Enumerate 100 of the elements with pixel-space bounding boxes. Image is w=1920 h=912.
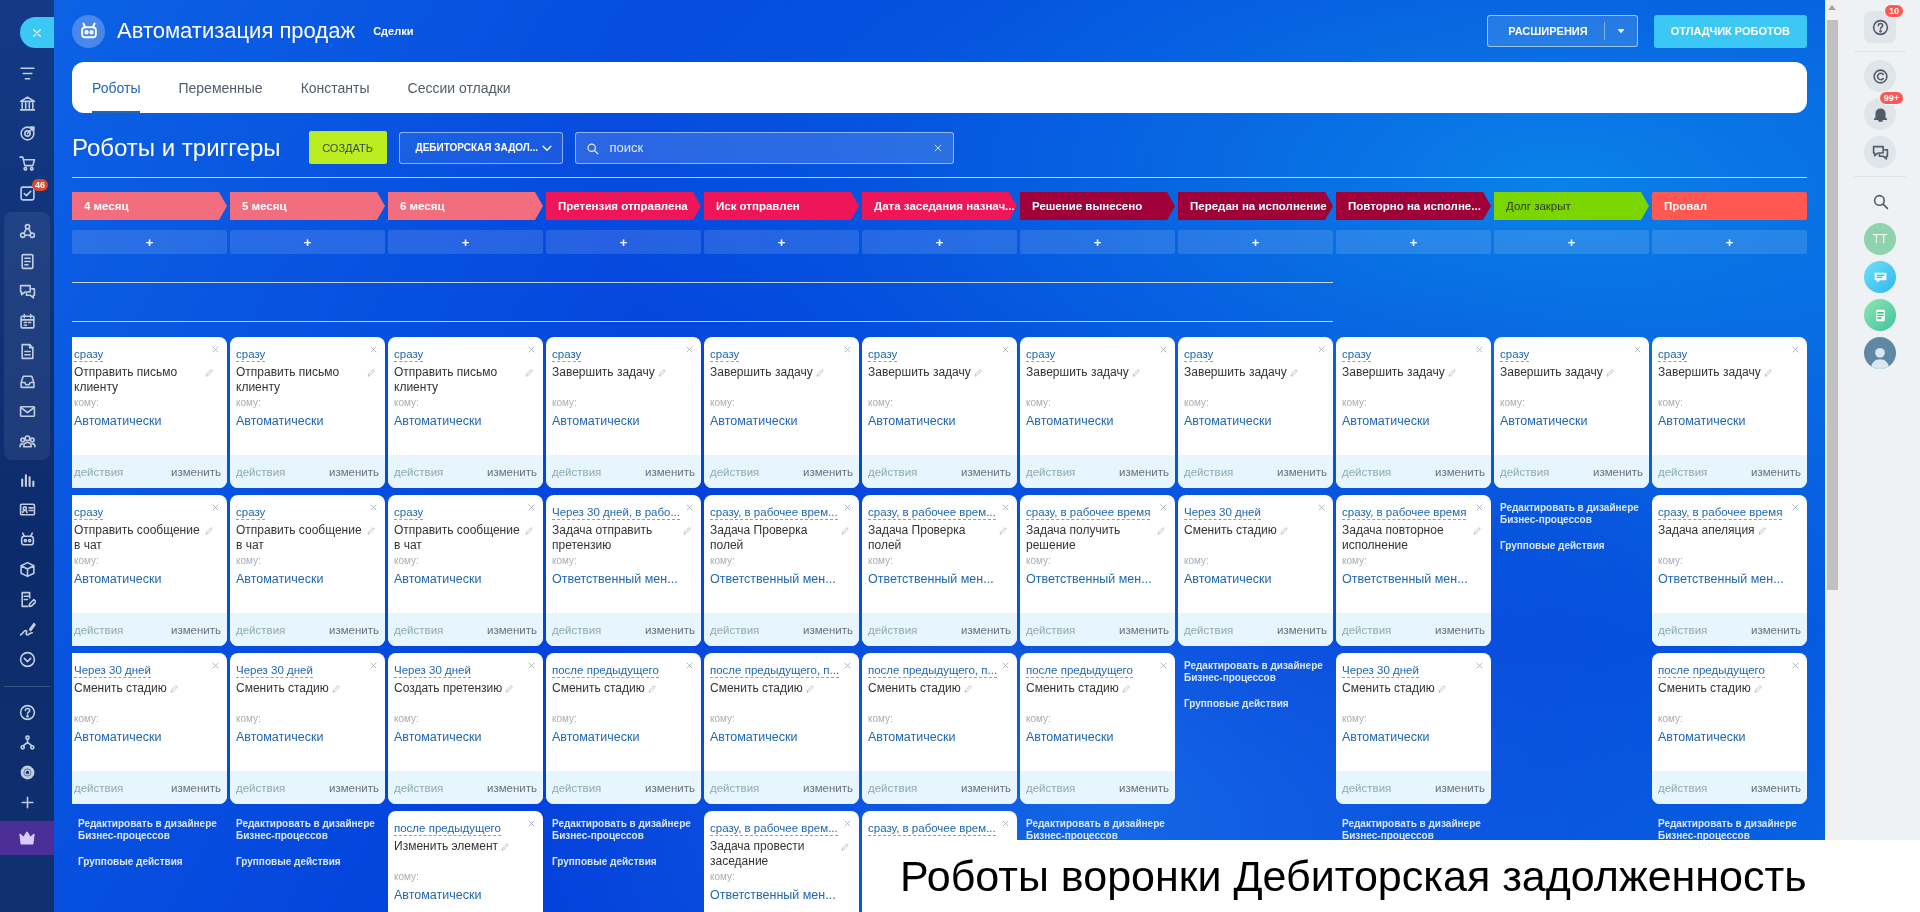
recipient-link[interactable]: Автоматически xyxy=(710,414,798,428)
pencil-icon[interactable] xyxy=(1763,368,1773,377)
recipient-link[interactable]: Ответственный мен... xyxy=(552,572,678,586)
close-icon[interactable] xyxy=(1791,503,1800,512)
recipient-link[interactable]: Ответственный мен... xyxy=(868,572,994,586)
close-icon[interactable] xyxy=(527,819,536,828)
pencil-icon[interactable] xyxy=(1753,684,1763,693)
recipient-link[interactable]: Ответственный мен... xyxy=(1342,572,1468,586)
recipient-link[interactable]: Автоматически xyxy=(1342,414,1430,428)
designer-link[interactable]: Редактировать в дизайнере Бизнес-процессов xyxy=(552,818,695,842)
pencil-icon[interactable] xyxy=(525,526,534,535)
recipient-link[interactable]: Автоматически xyxy=(394,572,482,586)
box-icon[interactable] xyxy=(18,560,36,578)
people-icon[interactable] xyxy=(18,432,36,450)
designer-link[interactable]: Редактировать в дизайнере Бизнес-процессов xyxy=(1658,818,1801,842)
trigger-link[interactable]: сразу xyxy=(394,347,424,362)
recipient-link[interactable]: Ответственный мен... xyxy=(1658,572,1784,586)
recipient-link[interactable]: Автоматически xyxy=(552,730,640,744)
trigger-link[interactable]: сразу, в рабочее врем... xyxy=(868,821,996,836)
messenger-button[interactable] xyxy=(1864,261,1896,293)
designer-link[interactable]: Групповые действия xyxy=(1500,540,1643,552)
edit-link[interactable]: изменить xyxy=(1276,465,1327,478)
edit-link[interactable]: изменить xyxy=(1592,465,1643,478)
designer-link[interactable]: Редактировать в дизайнере Бизнес-процессов xyxy=(78,818,221,842)
close-icon[interactable] xyxy=(1317,345,1326,354)
trigger-link[interactable]: сразу xyxy=(1658,347,1688,362)
recipient-link[interactable]: Автоматически xyxy=(1026,730,1114,744)
trigger-link[interactable]: сразу xyxy=(1342,347,1372,362)
edit-link[interactable]: изменить xyxy=(802,623,853,636)
designer-link[interactable]: Групповые действия xyxy=(78,856,221,868)
edit-link[interactable]: изменить xyxy=(486,623,537,636)
clear-icon[interactable] xyxy=(932,142,943,153)
close-icon[interactable] xyxy=(527,503,536,512)
pencil-icon[interactable] xyxy=(501,842,511,851)
tab[interactable]: Константы xyxy=(300,62,370,113)
add-robot-button[interactable]: + xyxy=(388,230,543,254)
add-robot-button[interactable]: + xyxy=(1178,230,1333,254)
close-icon[interactable] xyxy=(369,345,378,354)
recipient-link[interactable]: Автоматически xyxy=(74,572,162,586)
trigger-link[interactable]: Через 30 дней xyxy=(1342,663,1419,678)
calendar-icon[interactable] xyxy=(18,312,36,330)
close-icon[interactable] xyxy=(1001,819,1010,828)
edit-link[interactable]: изменить xyxy=(170,781,221,794)
recipient-link[interactable]: Автоматически xyxy=(394,730,482,744)
cart-icon[interactable] xyxy=(18,154,36,172)
pencil-icon[interactable] xyxy=(1447,368,1457,377)
edit-link[interactable]: изменить xyxy=(1118,623,1169,636)
nodes-icon[interactable] xyxy=(18,222,36,240)
designer-link[interactable]: Редактировать в дизайнере Бизнес-процессов xyxy=(1500,502,1643,526)
edit-link[interactable]: изменить xyxy=(644,781,695,794)
recipient-link[interactable]: Ответственный мен... xyxy=(1026,572,1152,586)
pencil-icon[interactable] xyxy=(963,684,973,693)
crown-icon[interactable] xyxy=(18,829,36,847)
trigger-link[interactable]: сразу xyxy=(1026,347,1056,362)
close-icon[interactable] xyxy=(211,661,220,670)
trigger-link[interactable]: сразу xyxy=(710,347,740,362)
chevron-icon[interactable] xyxy=(18,650,36,668)
pencil-icon[interactable] xyxy=(1121,684,1131,693)
add-robot-button[interactable]: + xyxy=(704,230,859,254)
pencil-icon[interactable] xyxy=(525,368,534,377)
designer-link[interactable]: Редактировать в дизайнере Бизнес-процессов xyxy=(1026,818,1169,842)
extensions-button[interactable]: РАСШИРЕНИЯ xyxy=(1487,15,1638,47)
create-button[interactable]: СОЗДАТЬ xyxy=(308,131,387,164)
pencil-icon[interactable] xyxy=(1279,526,1289,535)
pencil-icon[interactable] xyxy=(805,684,815,693)
add-robot-button[interactable]: + xyxy=(546,230,701,254)
trigger-link[interactable]: Через 30 дней, в рабо... xyxy=(552,505,680,520)
inbox-icon[interactable] xyxy=(18,372,36,390)
robot-icon[interactable] xyxy=(18,530,36,548)
pencil-icon[interactable] xyxy=(973,368,983,377)
trigger-link[interactable]: сразу xyxy=(552,347,582,362)
trigger-link[interactable]: Через 30 дней xyxy=(394,663,471,678)
file-icon[interactable] xyxy=(18,342,36,360)
add-robot-button[interactable]: + xyxy=(1494,230,1649,254)
close-icon[interactable] xyxy=(843,661,852,670)
pen-icon[interactable] xyxy=(18,620,36,638)
avatar-button[interactable] xyxy=(1864,337,1896,369)
trigger-link[interactable]: сразу xyxy=(1184,347,1214,362)
edit-link[interactable]: изменить xyxy=(1750,781,1801,794)
help-icon[interactable] xyxy=(18,703,36,721)
pencil-icon[interactable] xyxy=(1289,368,1299,377)
edit-link[interactable]: изменить xyxy=(1118,465,1169,478)
close-icon[interactable] xyxy=(369,661,378,670)
close-icon[interactable] xyxy=(685,503,694,512)
recipient-link[interactable]: Автоматически xyxy=(552,414,640,428)
trigger-link[interactable]: после предыдущего xyxy=(1026,663,1133,678)
edit-link[interactable]: изменить xyxy=(1434,781,1485,794)
edit-link[interactable]: изменить xyxy=(328,465,379,478)
recipient-link[interactable]: Автоматически xyxy=(710,730,798,744)
pencil-icon[interactable] xyxy=(1157,526,1166,535)
close-icon[interactable] xyxy=(211,503,220,512)
target-icon[interactable] xyxy=(18,124,36,142)
trigger-link[interactable]: после предыдущего xyxy=(552,663,659,678)
close-icon[interactable] xyxy=(1475,345,1484,354)
plus-icon[interactable] xyxy=(18,793,36,811)
add-robot-button[interactable]: + xyxy=(1652,230,1807,254)
designer-link[interactable]: Групповые действия xyxy=(236,856,379,868)
trigger-link[interactable]: сразу xyxy=(1500,347,1530,362)
add-robot-button[interactable]: + xyxy=(230,230,385,254)
trigger-link[interactable]: сразу, в рабочее время xyxy=(1658,505,1783,520)
